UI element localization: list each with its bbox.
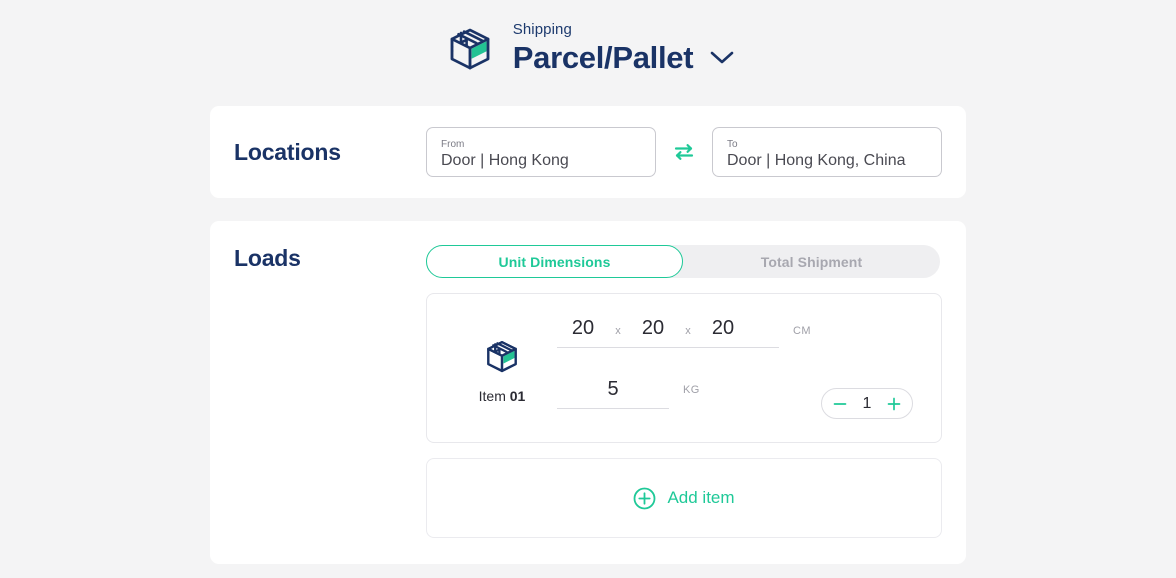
weight-unit-label: KG <box>683 384 700 396</box>
item-label-number: 01 <box>509 387 526 404</box>
header-text-block: Shipping Parcel/Pallet <box>513 22 736 73</box>
quantity-increment-button[interactable] <box>887 397 901 411</box>
to-field-value: Door | Hong Kong, China <box>727 152 906 170</box>
dimension-separator: x <box>615 325 621 337</box>
item-label: Item 01 <box>479 388 526 404</box>
swap-locations-button[interactable] <box>656 141 712 163</box>
from-location-field[interactable]: From Door | Hong Kong <box>426 127 656 177</box>
quantity-input[interactable] <box>850 394 884 413</box>
loads-card: Loads Unit Dimensions Total Shipment Ite… <box>210 221 966 564</box>
to-location-field[interactable]: To Door | Hong Kong, China <box>712 127 942 177</box>
box-icon <box>441 18 499 76</box>
add-item-label: Add item <box>667 488 735 507</box>
page-title: Parcel/Pallet <box>512 39 694 75</box>
quantity-stepper <box>821 388 913 419</box>
swap-arrows-icon <box>672 141 696 163</box>
tab-total-shipment[interactable]: Total Shipment <box>683 245 940 278</box>
item-card: Item 01 x x CM <box>426 293 942 443</box>
item-identity: Item 01 <box>447 333 557 404</box>
to-field-label: To <box>727 139 738 151</box>
item-label-prefix: Item <box>478 387 506 404</box>
dimension-separator: x <box>685 325 691 337</box>
add-item-button[interactable]: Add item <box>426 458 942 538</box>
box-icon <box>480 333 524 377</box>
loads-tab-group: Unit Dimensions Total Shipment <box>426 245 940 278</box>
header-eyebrow: Shipping <box>512 20 572 38</box>
location-fields: From Door | Hong Kong To Door | Hong Kon… <box>426 127 942 177</box>
width-input[interactable] <box>627 317 679 340</box>
loads-content: Unit Dimensions Total Shipment Item 01 2… <box>426 245 942 538</box>
dimension-unit-label: CM <box>793 325 811 337</box>
mode-selector[interactable]: Parcel/Pallet <box>513 42 736 73</box>
length-input[interactable] <box>557 317 609 340</box>
chevron-down-icon[interactable] <box>709 49 735 65</box>
locations-section-title: Locations <box>234 138 341 165</box>
minus-icon <box>833 397 847 411</box>
loads-row: Loads Unit Dimensions Total Shipment Ite… <box>234 245 942 538</box>
tab-unit-dimensions[interactable]: Unit Dimensions <box>426 245 683 278</box>
weight-field <box>557 378 669 409</box>
quantity-decrement-button[interactable] <box>833 397 847 411</box>
page-header: Shipping Parcel/Pallet <box>0 0 1176 76</box>
dimensions-row: x x <box>557 317 779 348</box>
from-field-label: From <box>441 139 465 151</box>
weight-input[interactable] <box>557 378 669 401</box>
weight-and-quantity-row: KG <box>557 368 941 419</box>
from-field-value: Door | Hong Kong <box>441 152 569 170</box>
plus-icon <box>887 397 901 411</box>
item-inputs: x x CM KG <box>557 317 941 419</box>
loads-section-title: Loads <box>234 245 301 271</box>
locations-card: Locations From Door | Hong Kong To Door … <box>210 106 966 198</box>
dimensions-wrap: x x CM <box>557 317 941 348</box>
height-input[interactable] <box>697 317 749 340</box>
plus-circle-icon <box>633 487 656 510</box>
